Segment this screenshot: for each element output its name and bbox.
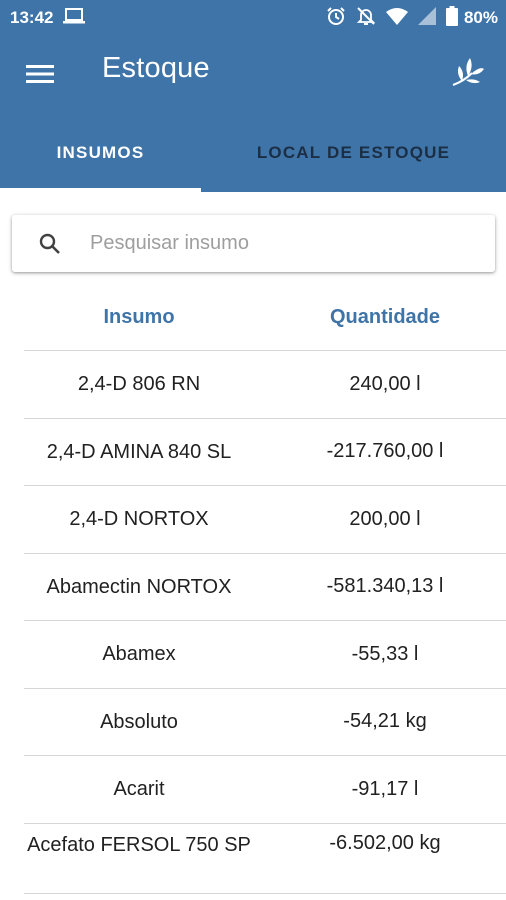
table-row[interactable]: Acarit -91,17 l [24,756,506,824]
cell-insumo: Abamectin NORTOX [46,575,232,598]
cell-quantidade: -91,17 l [351,777,419,800]
table-row[interactable]: Abamectin NORTOX -581.340,13 l [24,554,506,621]
wifi-icon [385,7,408,30]
cell-quantidade: 200,00 l [349,507,421,530]
cell-quantidade: -217.760,00 l [326,440,444,463]
menu-button[interactable] [14,50,66,102]
search-icon[interactable] [36,230,64,258]
cell-insumo: Abamex [102,643,176,666]
status-right: 80% [326,5,498,31]
cell-insumo: 2,4-D AMINA 840 SL [46,440,232,463]
header-quantidade[interactable]: Quantidade [254,306,506,329]
cell-quantidade: -55,33 l [351,642,419,665]
table-row[interactable]: Absoluto -54,21 kg [24,689,506,756]
cell-insumo: Absoluto [100,710,178,733]
table-row[interactable]: 2,4-D 806 RN 240,00 l [24,351,506,419]
table-row[interactable]: Acefato FERSOL 750 SP -6.502,00 kg [24,824,506,894]
table-header: Insumo Quantidade [24,284,506,351]
app-logo [444,50,492,98]
tab-bar: INSUMOS LOCAL DE ESTOQUE [0,114,506,192]
cell-quantidade: -581.340,13 l [326,575,444,598]
table-row[interactable]: 2,4-D NORTOX 200,00 l [24,486,506,554]
stock-table: Insumo Quantidade 2,4-D 806 RN 240,00 l … [24,284,506,894]
hamburger-menu-icon [26,63,54,90]
cell-quantidade: -54,21 kg [343,710,427,733]
app-bar: Estoque [0,36,506,114]
tab-local-de-estoque[interactable]: LOCAL DE ESTOQUE [201,114,506,192]
battery-icon [445,5,458,31]
notifications-off-icon [356,6,376,31]
alarm-icon [326,6,346,31]
cell-insumo: 2,4-D 806 RN [77,373,201,396]
search-input[interactable] [90,223,470,264]
table-row[interactable]: Abamex -55,33 l [24,621,506,689]
battery-percentage: 80% [463,8,498,27]
header-insumo[interactable]: Insumo [24,306,254,329]
signal-icon [417,6,436,30]
cell-insumo: 2,4-D NORTOX [69,508,209,531]
cell-quantidade: 240,00 l [349,372,421,395]
cell-insumo: Acefato FERSOL 750 SP [27,833,251,856]
cell-quantidade: -6.502,00 kg [329,831,441,854]
tab-insumos[interactable]: INSUMOS [0,114,201,192]
status-time: 13:42 [10,8,54,27]
leaf-plant-icon [450,54,486,95]
laptop-icon [63,7,86,30]
cell-insumo: Acarit [113,778,165,801]
status-bar: 13:42 80% [0,0,506,36]
page-title: Estoque [102,52,210,84]
search-bar [12,215,495,272]
status-left: 13:42 [10,7,86,30]
table-row[interactable]: 2,4-D AMINA 840 SL -217.760,00 l [24,419,506,486]
